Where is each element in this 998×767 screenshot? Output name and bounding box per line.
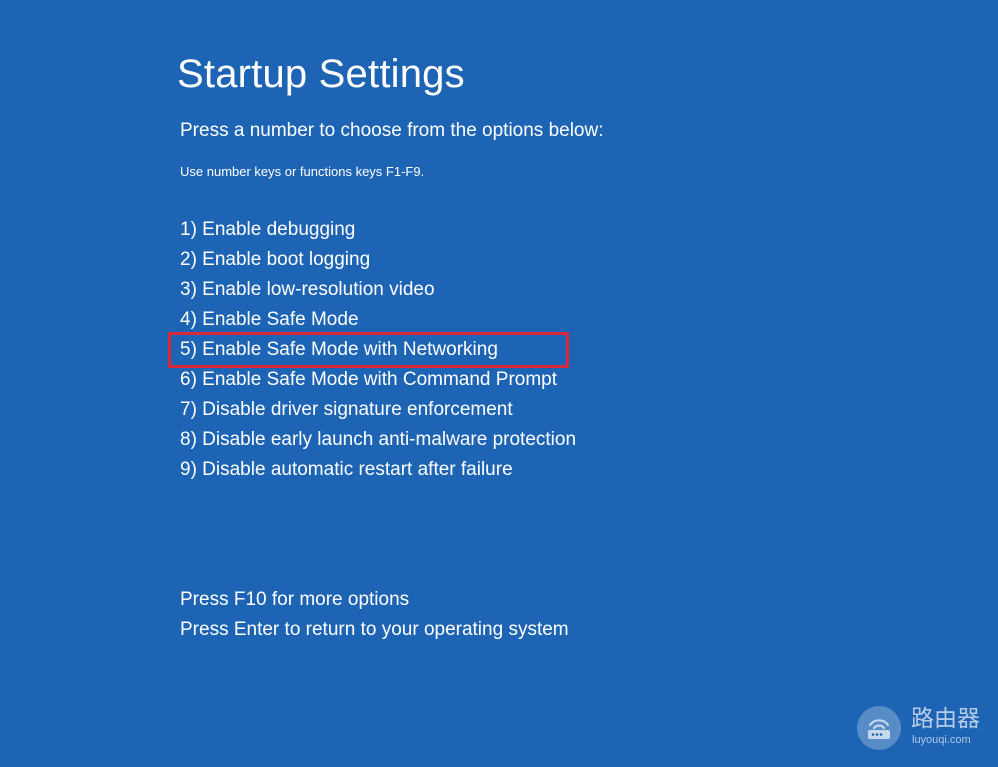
router-logo-icon — [857, 706, 901, 750]
option-enable-debugging[interactable]: 1) Enable debugging — [180, 215, 576, 245]
option-enable-low-resolution-video[interactable]: 3) Enable low-resolution video — [180, 275, 576, 305]
option-enable-safe-mode-with-networking[interactable]: 5) Enable Safe Mode with Networking — [167, 332, 576, 368]
startup-options-list: 1) Enable debugging 2) Enable boot loggi… — [167, 215, 576, 485]
option-enable-safe-mode-with-command-prompt[interactable]: 6) Enable Safe Mode with Command Prompt — [180, 365, 576, 395]
option-disable-driver-signature-enforcement[interactable]: 7) Disable driver signature enforcement — [180, 395, 576, 425]
option-disable-automatic-restart[interactable]: 9) Disable automatic restart after failu… — [180, 455, 576, 485]
option-disable-early-launch-anti-malware[interactable]: 8) Disable early launch anti-malware pro… — [180, 425, 576, 455]
footer: Press F10 for more options Press Enter t… — [180, 585, 569, 645]
watermark-url: luyouqi.com — [912, 734, 971, 746]
watermark: 路由器 luyouqi.com — [857, 705, 987, 751]
page-title: Startup Settings — [177, 52, 465, 96]
more-options-hint[interactable]: Press F10 for more options — [180, 585, 569, 615]
return-to-os-hint[interactable]: Press Enter to return to your operating … — [180, 615, 569, 645]
watermark-name: 路由器 — [911, 706, 980, 732]
key-hint-text: Use number keys or functions keys F1-F9. — [180, 164, 425, 179]
instructions-text: Press a number to choose from the option… — [180, 120, 604, 141]
option-enable-safe-mode[interactable]: 4) Enable Safe Mode — [180, 305, 576, 335]
option-enable-boot-logging[interactable]: 2) Enable boot logging — [180, 245, 576, 275]
